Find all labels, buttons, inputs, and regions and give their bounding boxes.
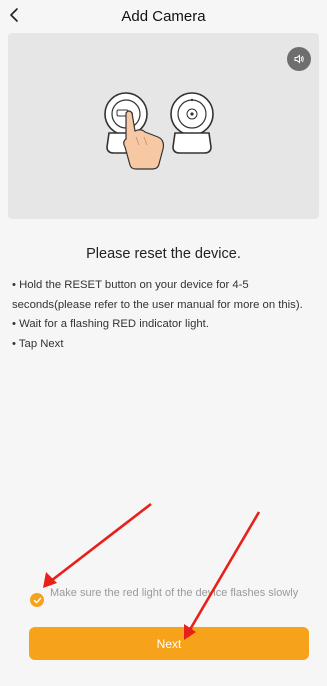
confirm-checkbox-row[interactable]: Make sure the red light of the device fl… xyxy=(30,587,300,607)
confirm-label: Make sure the red light of the device fl… xyxy=(50,587,299,599)
instruction-item: • Wait for a flashing RED indicator ligh… xyxy=(12,318,209,330)
reset-illustration: 2 xyxy=(8,33,319,219)
instruction-heading: Please reset the device. xyxy=(86,246,241,262)
instruction-item: • Tap Next xyxy=(12,337,64,350)
chevron-left-icon xyxy=(10,8,18,22)
annotation-arrow-to-checkbox xyxy=(43,502,152,588)
page-title: Add Camera xyxy=(121,7,206,25)
annotation-arrow-to-next xyxy=(184,511,261,640)
checkmark-icon xyxy=(33,597,41,603)
camera-reset-illustration: 2 xyxy=(104,92,214,170)
next-button[interactable]: Next xyxy=(29,627,309,660)
header-bar: Add Camera xyxy=(0,0,327,32)
instruction-list: • Hold the RESET button on your device f… xyxy=(12,276,318,354)
checkbox[interactable] xyxy=(30,593,44,607)
camera-right-icon xyxy=(170,92,214,154)
speaker-icon xyxy=(294,54,304,64)
instruction-item: • Hold the RESET button on your device f… xyxy=(12,279,303,311)
sound-button[interactable] xyxy=(287,47,311,71)
back-button[interactable] xyxy=(2,2,28,28)
